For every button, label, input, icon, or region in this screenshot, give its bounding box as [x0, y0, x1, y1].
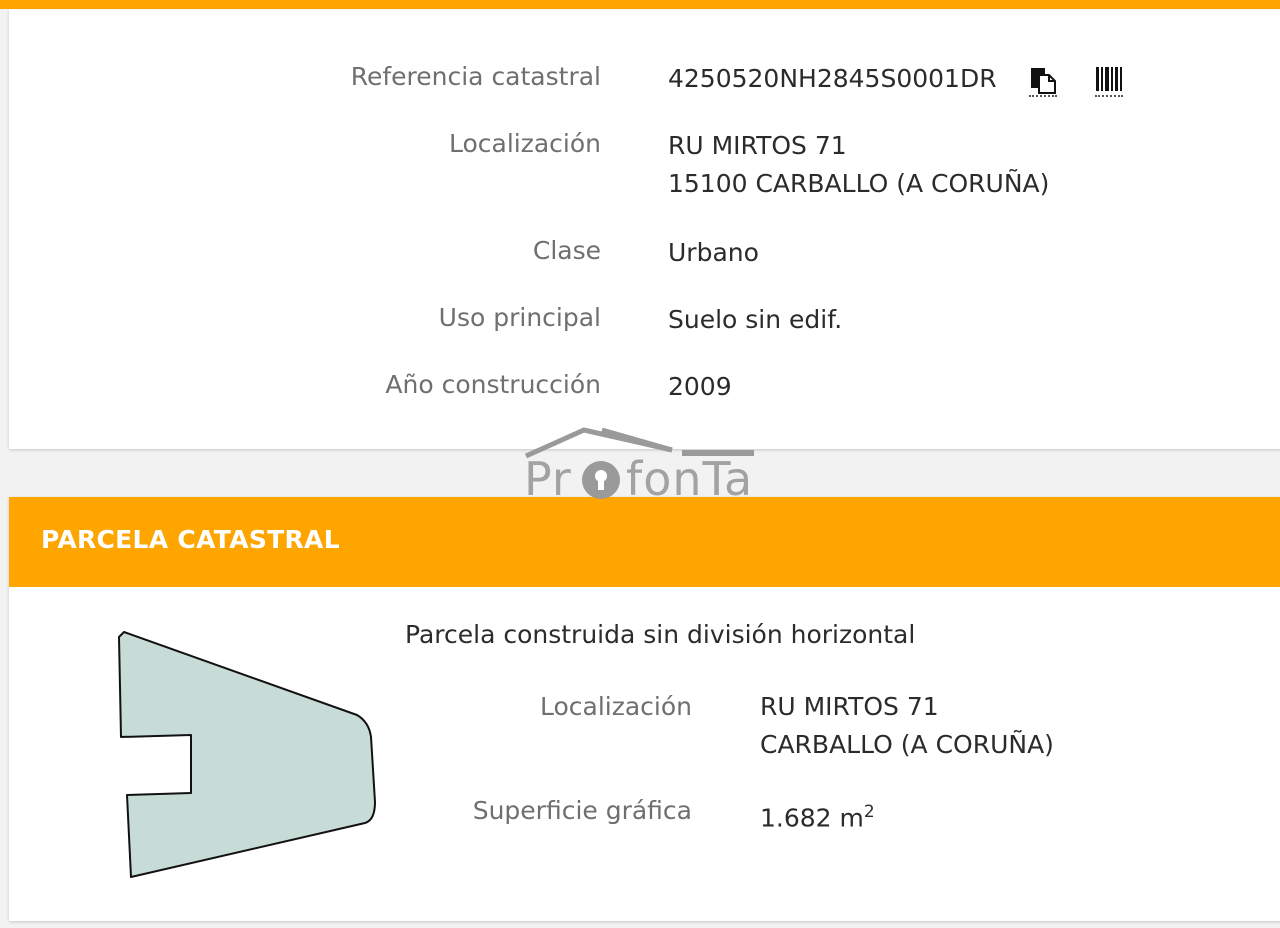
- clase-value: Urbano: [668, 238, 759, 267]
- parcela-subtitle: Parcela construida sin división horizont…: [405, 620, 916, 649]
- uso-principal-value: Suelo sin edif.: [668, 305, 843, 334]
- watermark-text-right: fonTa: [626, 452, 754, 506]
- ano-construccion-value: 2009: [668, 372, 732, 401]
- uso-principal-label: Uso principal: [438, 303, 601, 332]
- localizacion-line1: RU MIRTOS 71: [668, 131, 847, 160]
- copy-icon[interactable]: [1029, 65, 1057, 97]
- localizacion-line2: 15100 CARBALLO (A CORUÑA): [668, 169, 1050, 198]
- superficie-value: 1.682 m2: [760, 793, 875, 837]
- parcela-title: PARCELA CATASTRAL: [41, 525, 340, 554]
- parcela-localizacion-line2: CARBALLO (A CORUÑA): [760, 730, 1054, 759]
- ref-catastral-value: 4250520NH2845S0001DR: [668, 64, 997, 93]
- ano-construccion-label: Año construcción: [385, 370, 601, 399]
- ref-catastral-label: Referencia catastral: [350, 62, 601, 91]
- watermark-text-left: Pr: [524, 452, 572, 506]
- superficie-label: Superficie gráfica: [472, 796, 692, 825]
- top-accent-bar: [0, 0, 1280, 9]
- parcela-header: PARCELA CATASTRAL: [9, 497, 1280, 587]
- profonta-watermark: Pr fonTa: [522, 424, 762, 506]
- parcela-localizacion-line1: RU MIRTOS 71: [760, 692, 939, 721]
- property-summary-card: Referencia catastral 4250520NH2845S0001D…: [9, 9, 1280, 449]
- superficie-unit-exponent: 2: [863, 802, 875, 822]
- barcode-icon[interactable]: [1095, 65, 1123, 97]
- parcela-localizacion-label: Localización: [539, 692, 692, 721]
- parcel-shape: [118, 631, 376, 878]
- parcela-catastral-card: PARCELA CATASTRAL Parcela construida sin…: [9, 497, 1280, 921]
- parcel-outline: [118, 631, 376, 878]
- localizacion-label: Localización: [448, 129, 601, 158]
- superficie-number: 1.682 m: [760, 803, 864, 833]
- clase-label: Clase: [532, 236, 601, 265]
